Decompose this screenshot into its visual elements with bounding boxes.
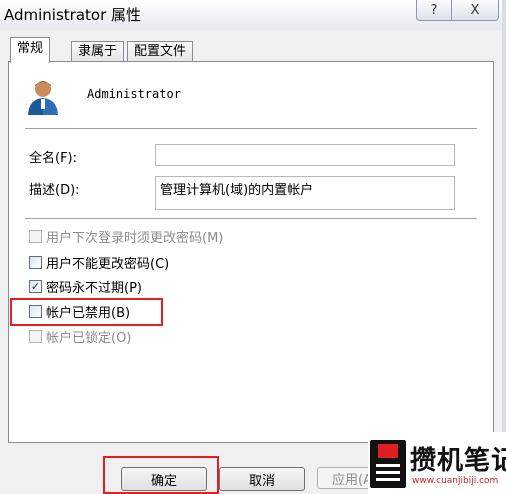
help-icon: ? <box>430 2 438 18</box>
checkbox-box <box>29 229 42 243</box>
title-bar: Administrator 属性 ? X <box>0 0 506 30</box>
highlight-box <box>10 298 163 326</box>
close-button[interactable]: X <box>451 0 499 21</box>
tab-member-of[interactable]: 隶属于 <box>71 41 125 62</box>
check-mark-icon: ✓ <box>29 279 42 293</box>
highlight-box <box>103 456 219 494</box>
fullname-label: 全名(F): <box>29 151 78 166</box>
password-never-expires-checkbox[interactable]: ✓ 密码永不过期(P) <box>29 277 142 296</box>
button-label: 取消 <box>248 473 275 489</box>
close-icon: X <box>470 2 480 18</box>
user-icon <box>28 81 58 115</box>
checkbox-label: 用户下次登录时须更改密码(M) <box>46 230 224 246</box>
must-change-password-checkbox[interactable]: 用户下次登录时须更改密码(M) <box>29 227 224 246</box>
divider <box>25 128 477 130</box>
general-panel: Administrator 全名(F): 描述(D): 管理计算机(域)的内置帐… <box>8 61 494 443</box>
help-button[interactable]: ? <box>416 0 452 21</box>
watermark-logo: 攒机笔记 www.cuanjibiji.com <box>368 432 506 494</box>
window-edge <box>502 0 506 494</box>
checkbox-box <box>29 329 42 343</box>
checkbox-box <box>29 255 42 269</box>
window-title: Administrator 属性 <box>4 6 142 24</box>
cannot-change-password-checkbox[interactable]: 用户不能更改密码(C) <box>29 253 170 272</box>
checkbox-label: 用户不能更改密码(C) <box>46 256 170 272</box>
watermark-title: 攒机笔记 <box>410 446 506 476</box>
tab-label: 隶属于 <box>78 44 118 59</box>
tab-label: 配置文件 <box>134 44 187 59</box>
checkbox-label: 帐户已锁定(O) <box>46 330 132 346</box>
checkbox-label: 密码永不过期(P) <box>46 280 142 296</box>
tab-general[interactable]: 常规 <box>10 37 51 63</box>
logo-icon <box>370 440 406 488</box>
account-locked-checkbox[interactable]: 帐户已锁定(O) <box>29 327 132 346</box>
fullname-input[interactable] <box>155 144 455 166</box>
cancel-button[interactable]: 取消 <box>219 467 305 491</box>
tab-profile[interactable]: 配置文件 <box>127 41 194 62</box>
username-text: Administrator <box>87 87 181 101</box>
tab-label: 常规 <box>17 41 44 56</box>
description-input[interactable]: 管理计算机(域)的内置帐户 <box>155 176 455 210</box>
description-label: 描述(D): <box>29 183 80 198</box>
divider <box>25 218 477 220</box>
watermark-url: www.cuanjibiji.com <box>412 476 499 486</box>
